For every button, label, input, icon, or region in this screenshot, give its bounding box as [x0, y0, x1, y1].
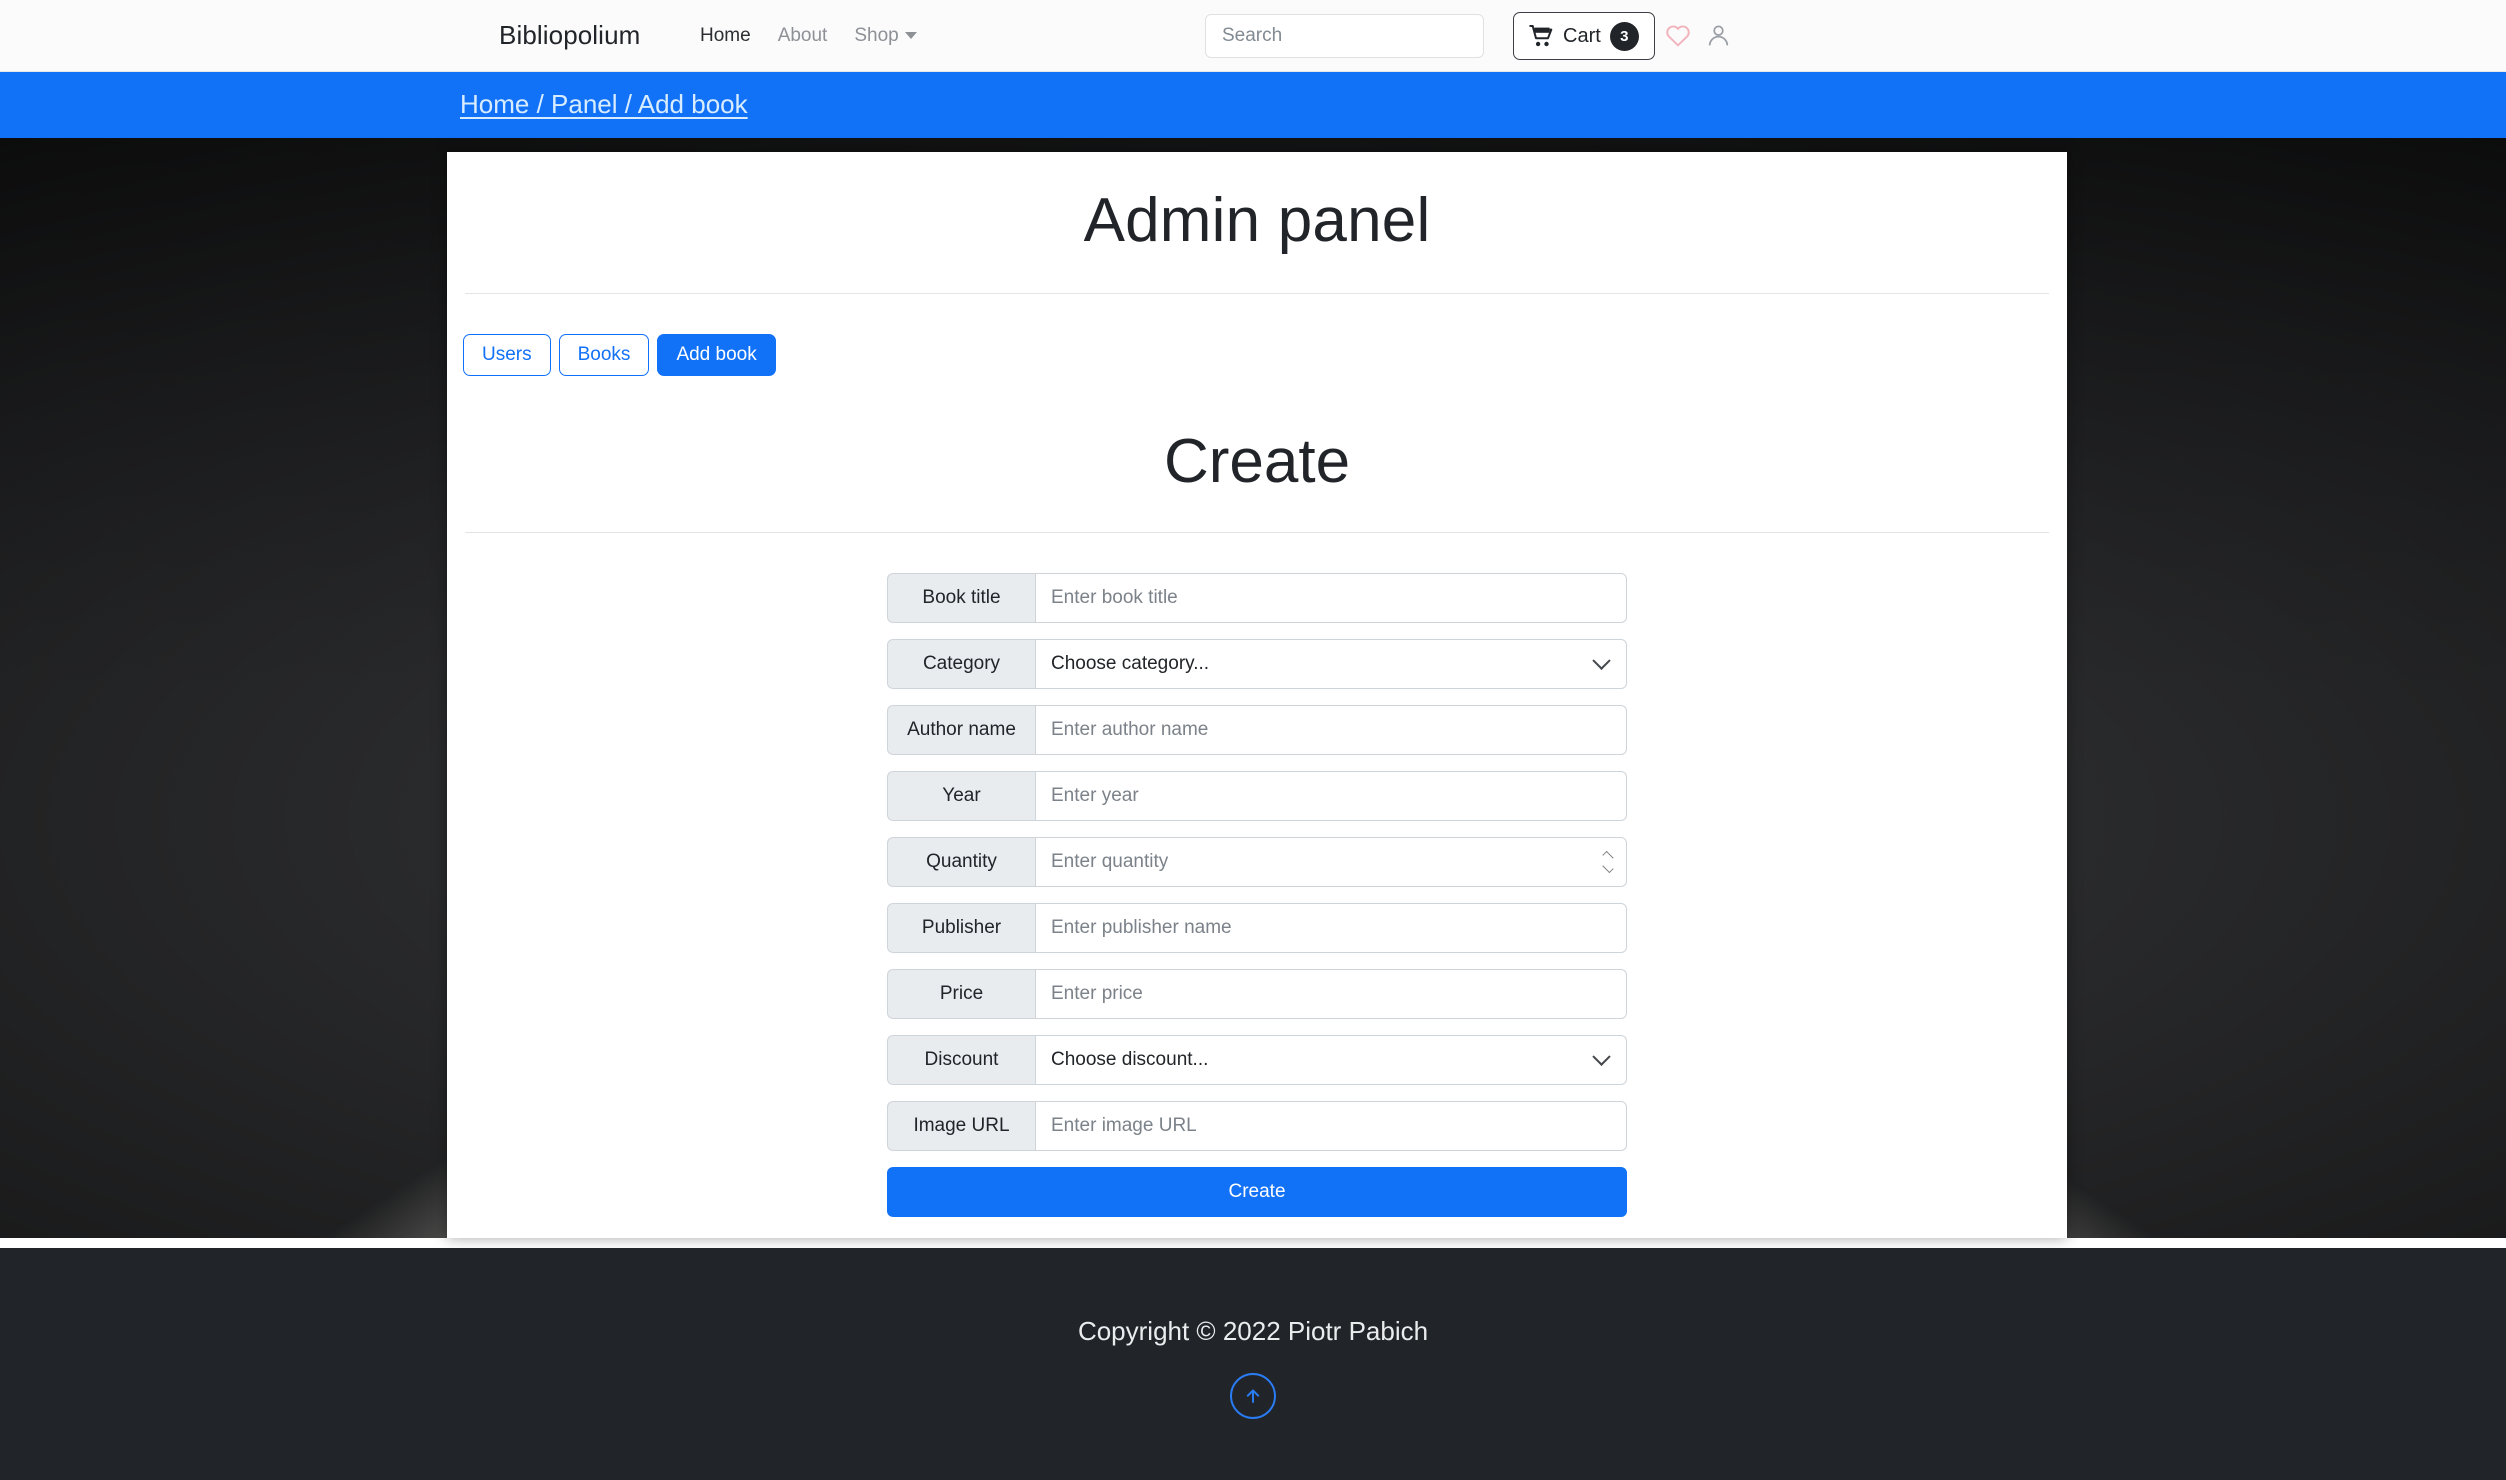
stepper-up-icon[interactable]	[1602, 850, 1614, 863]
label-book-title: Book title	[887, 573, 1035, 623]
search-input[interactable]: Search	[1205, 14, 1484, 58]
cart-label: Cart	[1563, 24, 1601, 47]
field-row-quantity: Quantity Enter quantity	[887, 837, 1627, 887]
page-title: Admin panel	[1083, 186, 1431, 255]
field-row-category: Category Choose category...	[887, 639, 1627, 689]
field-row-image-url: Image URL Enter image URL	[887, 1101, 1627, 1151]
tab-books[interactable]: Books	[558, 334, 650, 376]
cart-count-badge: 3	[1609, 21, 1639, 51]
label-category: Category	[887, 639, 1035, 689]
field-row-year: Year Enter year	[887, 771, 1627, 821]
field-row-discount: Discount Choose discount...	[887, 1035, 1627, 1085]
placeholder-image-url: Enter image URL	[1051, 1115, 1197, 1136]
select-discount[interactable]: Choose discount...	[1035, 1035, 1627, 1085]
form-title-divider	[465, 532, 2049, 533]
input-price[interactable]: Enter price	[1035, 969, 1627, 1019]
scroll-to-top-button[interactable]	[1230, 1373, 1276, 1419]
brand-logo[interactable]: Bibliopolium	[499, 20, 640, 51]
cart-icon	[1529, 25, 1553, 47]
page-footer: Copyright © 2022 Piotr Pabich	[0, 1248, 2506, 1480]
placeholder-book-title: Enter book title	[1051, 587, 1178, 608]
search-placeholder: Search	[1222, 25, 1283, 46]
arrow-up-icon	[1246, 1389, 1260, 1403]
label-year: Year	[887, 771, 1035, 821]
tab-add-book[interactable]: Add book	[657, 334, 776, 376]
label-publisher: Publisher	[887, 903, 1035, 953]
create-button[interactable]: Create	[887, 1167, 1627, 1217]
input-image-url[interactable]: Enter image URL	[1035, 1101, 1627, 1151]
field-row-publisher: Publisher Enter publisher name	[887, 903, 1627, 953]
label-discount: Discount	[887, 1035, 1035, 1085]
add-book-form: Book title Enter book title Category Cho…	[887, 573, 1627, 1217]
placeholder-author-name: Enter author name	[1051, 719, 1209, 740]
label-price: Price	[887, 969, 1035, 1019]
placeholder-year: Enter year	[1051, 785, 1139, 806]
placeholder-quantity: Enter quantity	[1051, 851, 1169, 872]
placeholder-publisher: Enter publisher name	[1051, 917, 1232, 938]
chevron-down-icon	[1592, 651, 1611, 670]
nav-link-shop-label: Shop	[854, 24, 899, 46]
select-category[interactable]: Choose category...	[1035, 639, 1627, 689]
quantity-stepper[interactable]	[1602, 850, 1614, 874]
field-row-book-title: Book title Enter book title	[887, 573, 1627, 623]
input-year[interactable]: Enter year	[1035, 771, 1627, 821]
label-author-name: Author name	[887, 705, 1035, 755]
input-book-title[interactable]: Enter book title	[1035, 573, 1627, 623]
nav-links: Home About Shop	[700, 25, 917, 47]
chevron-down-icon	[1592, 1047, 1611, 1066]
field-row-author-name: Author name Enter author name	[887, 705, 1627, 755]
chevron-down-icon	[904, 31, 917, 39]
stepper-down-icon[interactable]	[1602, 861, 1614, 874]
top-navbar: Bibliopolium Home About Shop Search Cart…	[0, 0, 2506, 72]
nav-link-shop[interactable]: Shop	[854, 24, 917, 47]
cart-button[interactable]: Cart 3	[1513, 12, 1655, 60]
user-icon[interactable]	[1707, 24, 1730, 52]
admin-panel-card: Admin panel Users Books Add book Create …	[447, 152, 2067, 1238]
tab-users[interactable]: Users	[463, 334, 551, 376]
field-row-price: Price Enter price	[887, 969, 1627, 1019]
input-quantity[interactable]: Enter quantity	[1035, 837, 1627, 887]
nav-link-home[interactable]: Home	[700, 25, 751, 47]
copyright-text: Copyright © 2022 Piotr Pabich	[1077, 1316, 1429, 1346]
form-title: Create	[1163, 427, 1351, 496]
input-publisher[interactable]: Enter publisher name	[1035, 903, 1627, 953]
label-image-url: Image URL	[887, 1101, 1035, 1151]
value-category: Choose category...	[1051, 653, 1210, 674]
placeholder-price: Enter price	[1051, 983, 1143, 1004]
value-discount: Choose discount...	[1051, 1049, 1209, 1070]
label-quantity: Quantity	[887, 837, 1035, 887]
heart-icon[interactable]	[1665, 23, 1691, 52]
input-author-name[interactable]: Enter author name	[1035, 705, 1627, 755]
breadcrumb-bar: Home / Panel / Add book	[0, 72, 2506, 138]
admin-tabs: Users Books Add book	[447, 294, 2067, 376]
breadcrumb[interactable]: Home / Panel / Add book	[460, 89, 748, 120]
nav-link-about[interactable]: About	[778, 25, 828, 47]
